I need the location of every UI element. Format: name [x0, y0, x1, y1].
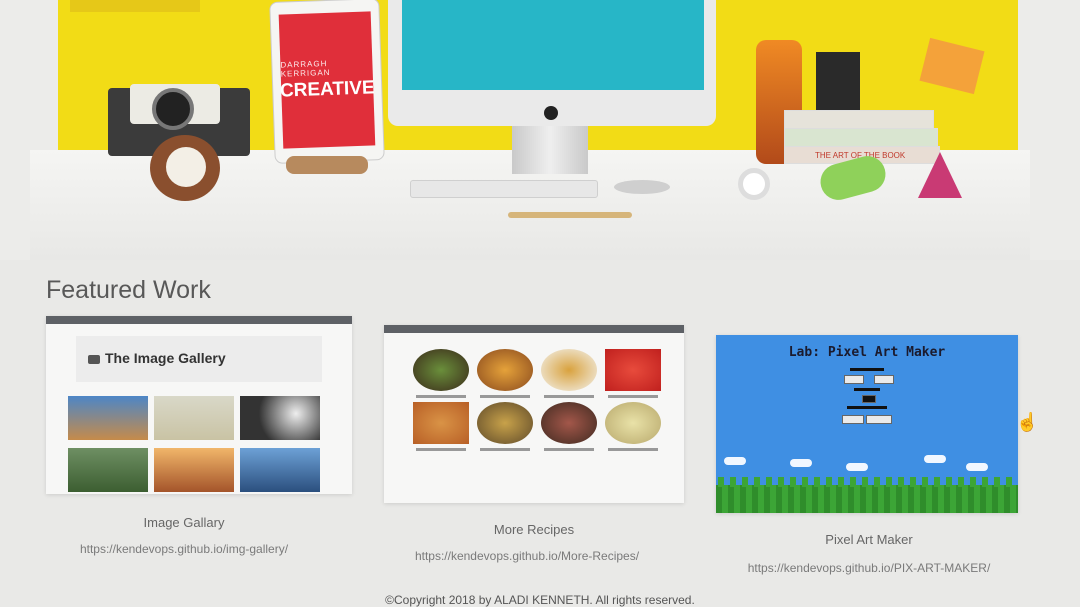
cloud-shape — [966, 463, 988, 471]
project-card-image-gallery[interactable]: The Image Gallery — [46, 316, 352, 494]
tablet-brand: DARRAGH KERRIGAN — [280, 58, 331, 79]
screenshot-navbar — [46, 316, 352, 324]
apple-logo-icon — [544, 106, 558, 120]
clock-face — [166, 147, 206, 187]
project-link[interactable]: https://kendevops.github.io/img-gallery/ — [46, 542, 322, 556]
hero-image: DARRAGH KERRIGAN CREATIVE THE ART OF THE… — [0, 0, 1080, 260]
project-card-pixel-art-maker[interactable]: Lab: Pixel Art Maker — [716, 335, 1018, 513]
recipe-item — [412, 402, 470, 451]
tablet-stand — [286, 156, 368, 174]
camera-icon — [88, 355, 100, 364]
recipe-item — [412, 349, 470, 398]
screenshot-label-bar — [716, 367, 1018, 371]
thumbnail — [68, 448, 148, 492]
thumbnail — [240, 396, 320, 440]
thumbnail — [154, 448, 234, 492]
screenshot-navbar — [384, 325, 684, 333]
cloud-shape — [924, 455, 946, 463]
cloud-shape — [790, 459, 812, 467]
project-title: Image Gallary — [143, 515, 225, 530]
screenshot-label-bar — [716, 387, 1018, 391]
recipe-item — [604, 349, 662, 398]
cloud-shape — [724, 457, 746, 465]
screenshot-header: The Image Gallery — [76, 336, 322, 382]
camera-lens — [152, 88, 194, 130]
thumbnail — [240, 448, 320, 492]
screenshot-label-bar — [716, 405, 1018, 409]
screenshot-color-swatch — [862, 395, 876, 403]
project-card-more-recipes[interactable] — [384, 325, 684, 503]
recipe-item — [476, 349, 534, 398]
screenshot-button — [866, 415, 892, 424]
footer-copyright: ©Copyright 2018 by ALADI KENNETH. All ri… — [385, 593, 695, 607]
screenshot-pixel-art: Lab: Pixel Art Maker — [716, 335, 1018, 513]
book-prop — [784, 128, 938, 148]
screenshot-input — [844, 375, 864, 384]
imac-screen — [402, 0, 704, 90]
screenshot-image-grid — [68, 396, 352, 492]
project-link[interactable]: https://kendevops.github.io/PIX-ART-MAKE… — [716, 561, 1022, 575]
tablet-prop: DARRAGH KERRIGAN CREATIVE — [269, 0, 385, 164]
imac-stand — [512, 126, 588, 174]
screenshot-title: Lab: Pixel Art Maker — [788, 345, 946, 360]
recipe-item — [540, 349, 598, 398]
screenshot-recipe-grid — [412, 349, 684, 451]
thumbnail — [68, 396, 148, 440]
tablet-screen: DARRAGH KERRIGAN CREATIVE — [278, 11, 376, 149]
tablet-word: CREATIVE — [279, 77, 375, 102]
book-prop — [784, 110, 934, 130]
screenshot-input — [874, 375, 894, 384]
recipe-item — [476, 402, 534, 451]
hero-shelf — [70, 0, 200, 12]
tape-prop — [738, 168, 770, 200]
recipe-item — [540, 402, 598, 451]
screenshot-button — [842, 415, 864, 424]
cloud-shape — [846, 463, 868, 471]
pencil-prop — [508, 212, 632, 218]
keyboard-prop — [410, 180, 598, 198]
recipe-item — [604, 402, 662, 451]
project-link[interactable]: https://kendevops.github.io/More-Recipes… — [384, 549, 670, 563]
hand-cursor-icon: ☝ — [1016, 412, 1039, 432]
project-title: Pixel Art Maker — [825, 532, 913, 547]
pixel-trees — [716, 477, 1018, 513]
mouse-prop — [614, 180, 670, 194]
thumbnail — [154, 396, 234, 440]
featured-work-heading: Featured Work — [46, 276, 211, 304]
project-title: More Recipes — [493, 522, 575, 537]
screenshot-title: The Image Gallery — [105, 350, 226, 366]
cone-prop — [918, 152, 962, 198]
